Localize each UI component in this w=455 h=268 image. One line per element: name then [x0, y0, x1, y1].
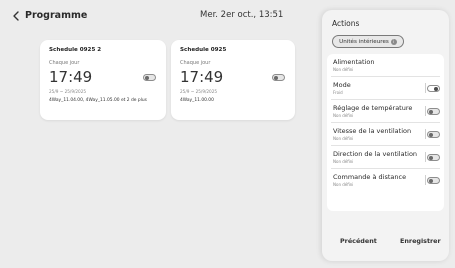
actions-panel: Actions Unités intérieures i Alimentatio… — [322, 10, 449, 261]
action-value: Non défini — [333, 67, 354, 72]
schedule-description: 4Way_11.00.00 — [180, 98, 214, 103]
schedule-toggle[interactable] — [272, 74, 285, 81]
action-mode[interactable]: Mode Froid — [327, 77, 444, 100]
action-value: Non défini — [333, 159, 354, 164]
action-toggle[interactable] — [427, 108, 440, 115]
action-title: Alimentation — [333, 58, 375, 66]
action-value: Non défini — [333, 113, 354, 118]
schedule-frequency: Chaque jour — [49, 60, 80, 66]
toggle-knob — [144, 75, 150, 81]
action-title: Commande à distance — [333, 173, 407, 181]
schedule-name: Schedule 0925 — [180, 47, 227, 53]
schedule-frequency: Chaque jour — [180, 60, 211, 66]
action-fan-speed[interactable]: Vitesse de la ventilation Non défini — [327, 123, 444, 146]
previous-button[interactable]: Précédent — [340, 237, 377, 245]
action-power[interactable]: Alimentation Non défini — [327, 54, 444, 77]
schedule-time: 17:49 — [180, 68, 224, 86]
schedule-dates: 25/9 ~ 25/9/2025 — [180, 89, 218, 94]
chevron-left-icon — [13, 11, 19, 21]
save-button[interactable]: Enregistrer — [400, 237, 441, 245]
divider — [425, 129, 426, 139]
toggle-knob — [428, 132, 434, 138]
schedule-dates: 25/9 ~ 25/9/2025 — [49, 89, 87, 94]
screen: Programme Mer. 2er oct., 13:51 Schedule … — [0, 0, 455, 268]
action-value: Non défini — [333, 136, 354, 141]
schedule-time: 17:49 — [49, 68, 93, 86]
schedule-toggle[interactable] — [143, 74, 156, 81]
action-title: Réglage de température — [333, 104, 413, 112]
schedule-description: 4Way_11.04.00, 4Way_11.05.00 et 2 de plu… — [49, 98, 147, 103]
toggle-knob — [433, 86, 439, 92]
action-value: Non défini — [333, 182, 354, 187]
info-icon: i — [390, 38, 397, 45]
indoor-units-chip[interactable]: Unités intérieures i — [332, 35, 404, 48]
action-toggle[interactable] — [427, 177, 440, 184]
toggle-knob — [428, 155, 434, 161]
action-temperature[interactable]: Réglage de température Non défini — [327, 100, 444, 123]
toggle-knob — [428, 178, 434, 184]
panel-title: Actions — [332, 19, 360, 28]
action-title: Direction de la ventilation — [333, 150, 418, 158]
action-toggle[interactable] — [427, 131, 440, 138]
chip-label: Unités intérieures — [339, 38, 389, 45]
page-title: Programme — [25, 10, 88, 21]
action-title: Mode — [333, 81, 351, 89]
action-toggle[interactable] — [427, 85, 440, 92]
action-title: Vitesse de la ventilation — [333, 127, 412, 135]
schedule-card[interactable]: Schedule 0925 2 Chaque jour 17:49 25/9 ~… — [40, 40, 166, 120]
schedule-card[interactable]: Schedule 0925 Chaque jour 17:49 25/9 ~ 2… — [171, 40, 295, 120]
datetime: Mer. 2er oct., 13:51 — [200, 10, 284, 20]
action-remote-control[interactable]: Commande à distance Non défini — [327, 169, 444, 192]
toggle-knob — [428, 109, 434, 115]
actions-list: Alimentation Non défini Mode Froid Régla… — [327, 54, 444, 211]
action-fan-direction[interactable]: Direction de la ventilation Non défini — [327, 146, 444, 169]
action-value: Froid — [333, 90, 343, 95]
divider — [425, 175, 426, 185]
divider — [425, 152, 426, 162]
schedule-name: Schedule 0925 2 — [49, 47, 102, 53]
back-button[interactable] — [9, 9, 23, 23]
toggle-knob — [273, 75, 279, 81]
action-toggle[interactable] — [427, 154, 440, 161]
divider — [425, 106, 426, 116]
divider — [425, 83, 426, 93]
